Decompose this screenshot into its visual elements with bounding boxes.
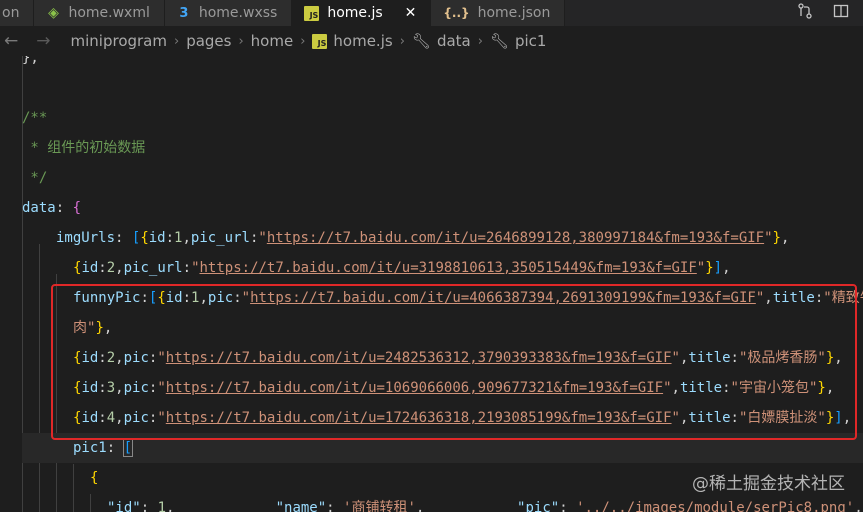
code-line: /** (22, 110, 48, 126)
wrench-icon: 🔧︎ (411, 32, 431, 50)
breadcrumb-item-data[interactable]: 🔧︎ data (412, 32, 471, 50)
indent-guide (90, 494, 91, 512)
arrow-right-icon[interactable]: → (36, 31, 50, 51)
js-file-icon: JS (304, 5, 320, 21)
breadcrumb-label: data (436, 32, 471, 50)
chevron-right-icon: › (238, 33, 244, 49)
chevron-right-icon: › (300, 33, 306, 49)
tab-home-wxss[interactable]: 3 home.wxss (164, 0, 293, 26)
chevron-right-icon: › (477, 33, 483, 49)
indent-guide (73, 464, 74, 512)
wxml-file-icon: ◈ (48, 5, 59, 21)
tab-home-js[interactable]: JS home.js ✕ (292, 0, 432, 26)
indent-guide (39, 244, 40, 512)
breadcrumb-item-home[interactable]: home (251, 32, 294, 50)
tab-label: home.wxss (198, 5, 278, 21)
code-line: "id": 1, "name": '商铺转租', "pic": '../../i… (107, 500, 863, 512)
split-editor-icon[interactable] (833, 3, 849, 23)
code-line: {id:2,pic_url:"https://t7.baidu.com/it/u… (73, 260, 731, 276)
tab-label: home.wxml (68, 5, 150, 21)
code-line: { (90, 470, 99, 486)
editor-actions (797, 0, 863, 26)
css-file-icon: 3 (179, 5, 189, 21)
tab-label: home.json (477, 5, 551, 21)
tab-home-wxml[interactable]: ◈ home.wxml (34, 0, 165, 26)
breadcrumb-label: home.js (333, 32, 393, 50)
breadcrumb-label: pic1 (514, 32, 547, 50)
code-line: imgUrls: [{id:1,pic_url:"https://t7.baid… (56, 230, 790, 246)
tab-home-json[interactable]: {..} home.json (431, 0, 566, 26)
highlight-box (51, 284, 857, 440)
tab-label: on (2, 5, 20, 21)
watermark: @稀土掘金技术社区 (692, 474, 845, 494)
json-file-icon: {..} (443, 6, 470, 20)
close-icon[interactable]: ✕ (405, 5, 417, 21)
code-line: }, (22, 56, 39, 66)
code-line: */ (22, 170, 48, 186)
code-line: * 组件的初始数据 (22, 140, 146, 156)
breadcrumb-item-pages[interactable]: pages (186, 32, 231, 50)
tab-partial[interactable]: on (0, 0, 35, 26)
breadcrumb-item-miniprogram[interactable]: miniprogram (71, 32, 167, 50)
tab-label: home.js (327, 5, 383, 21)
breadcrumb-item-pic1[interactable]: 🔧︎ pic1 (490, 32, 547, 50)
chevron-right-icon: › (399, 33, 405, 49)
editor-tab-bar: on ◈ home.wxml 3 home.wxss JS home.js ✕ … (0, 0, 863, 26)
code-editor[interactable]: }, /** * 组件的初始数据 */ data: { imgUrls: [{i… (0, 56, 863, 512)
compare-changes-icon[interactable] (797, 3, 813, 23)
code-line: data: { (22, 200, 82, 216)
js-file-icon: JS (312, 33, 328, 49)
chevron-right-icon: › (173, 33, 180, 49)
breadcrumb-item-file[interactable]: JS home.js (312, 32, 393, 50)
wrench-icon: 🔧︎ (489, 32, 509, 50)
breadcrumb: ← → miniprogram › pages › home › JS home… (0, 26, 863, 56)
arrow-left-icon[interactable]: ← (4, 31, 18, 51)
